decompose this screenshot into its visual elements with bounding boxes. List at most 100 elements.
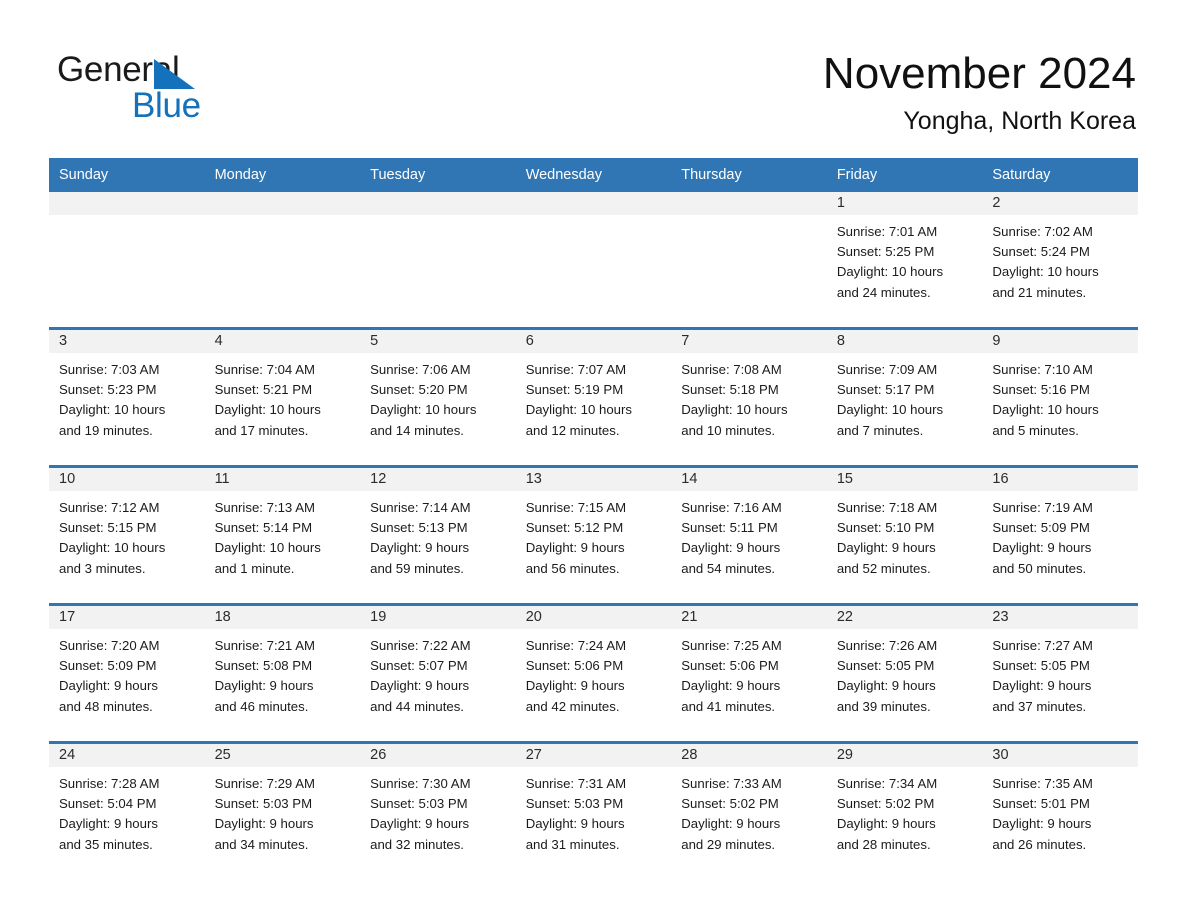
calendar-day-cell[interactable]: 25 Sunrise: 7:29 AM Sunset: 5:03 PM Dayligh…: [204, 741, 361, 879]
calendar-day-cell[interactable]: 30 Sunrise: 7:35 AM Sunset: 5:01 PM Dayligh…: [982, 741, 1138, 879]
calendar-day-cell[interactable]: 1 Sunrise: 7:01 AM Sunset: 5:25 PM Daylight…: [826, 192, 983, 329]
daylight-text-line2: and 21 minutes.: [992, 284, 1087, 300]
calendar-day-cell[interactable]: 6 Sunrise: 7:07 AM Sunset: 5:19 PM Daylight…: [515, 327, 672, 467]
calendar-day-cell[interactable]: 23 Sunrise: 7:27 AM Sunset: 5:05 PM Dayligh…: [982, 603, 1138, 743]
daylight-text-line1: Daylight: 9 hours: [681, 678, 781, 694]
calendar-week-row: 10 Sunrise: 7:12 AM Sunset: 5:15 PM Dayligh…: [49, 465, 1138, 605]
daylight-text-line2: and 5 minutes.: [992, 422, 1079, 438]
daylight-text-line1: Daylight: 9 hours: [59, 678, 158, 694]
calendar-body: 1 Sunrise: 7:01 AM Sunset: 5:25 PM Daylight…: [49, 192, 1138, 879]
sunrise-text: Sunrise: 7:28 AM: [59, 776, 160, 791]
sunrise-text: Sunrise: 7:16 AM: [681, 500, 782, 515]
calendar-day-cell[interactable]: 26 Sunrise: 7:30 AM Sunset: 5:03 PM Dayligh…: [360, 741, 516, 879]
calendar-week-row: 1 Sunrise: 7:01 AM Sunset: 5:25 PM Daylight…: [49, 192, 1138, 329]
calendar-day-cell[interactable]: 3 Sunrise: 7:03 AM Sunset: 5:23 PM Daylight…: [49, 327, 205, 467]
day-details: Sunrise: 7:19 AM Sunset: 5:09 PM Daylight:…: [982, 491, 1138, 579]
sunset-text: Sunset: 5:05 PM: [836, 658, 935, 674]
calendar-day-cell[interactable]: 14 Sunrise: 7:16 AM Sunset: 5:11 PM Dayligh…: [671, 465, 827, 605]
calendar-day-cell[interactable]: 21 Sunrise: 7:25 AM Sunset: 5:06 PM Dayligh…: [671, 603, 827, 743]
weekday-header-thursday: Thursday: [671, 158, 827, 192]
calendar-day-cell[interactable]: 17 Sunrise: 7:20 AM Sunset: 5:09 PM Dayligh…: [49, 603, 205, 743]
sunrise-text: Sunrise: 7:20 AM: [59, 638, 160, 653]
sunset-text: Sunset: 5:04 PM: [59, 796, 157, 812]
daylight-text-line2: and 37 minutes.: [992, 698, 1087, 714]
daylight-text-line1: Daylight: 9 hours: [681, 816, 781, 832]
day-details: Sunrise: 7:06 AM Sunset: 5:20 PM Daylight:…: [360, 353, 516, 441]
day-number: 3: [49, 330, 205, 353]
calendar-day-cell[interactable]: 5 Sunrise: 7:06 AM Sunset: 5:20 PM Daylight…: [360, 327, 516, 467]
calendar-day-cell[interactable]: 15 Sunrise: 7:18 AM Sunset: 5:10 PM Dayligh…: [826, 465, 983, 605]
day-details: Sunrise: 7:15 AM Sunset: 5:12 PM Daylight:…: [516, 491, 672, 579]
calendar-day-cell-empty: [49, 192, 205, 329]
calendar-day-cell[interactable]: 18 Sunrise: 7:21 AM Sunset: 5:08 PM Dayligh…: [204, 603, 361, 743]
day-number: 21: [671, 606, 827, 629]
daylight-text-line1: Daylight: 10 hours: [992, 264, 1099, 280]
daylight-text-line1: Daylight: 9 hours: [525, 678, 625, 694]
calendar-day-cell[interactable]: 29 Sunrise: 7:34 AM Sunset: 5:02 PM Dayligh…: [826, 741, 983, 879]
daylight-text-line1: Daylight: 9 hours: [370, 540, 470, 556]
day-number: 19: [360, 606, 516, 629]
day-details: Sunrise: 7:13 AM Sunset: 5:14 PM Daylight:…: [205, 491, 361, 579]
sunset-text: Sunset: 5:20 PM: [370, 382, 468, 398]
weekday-header-monday: Monday: [204, 158, 361, 192]
sunrise-text: Sunrise: 7:13 AM: [214, 500, 315, 515]
daylight-text-line1: Daylight: 9 hours: [992, 816, 1092, 832]
calendar-day-cell[interactable]: 2 Sunrise: 7:02 AM Sunset: 5:24 PM Daylight…: [982, 192, 1138, 329]
daylight-text-line2: and 48 minutes.: [59, 698, 153, 714]
day-details: Sunrise: 7:25 AM Sunset: 5:06 PM Daylight:…: [671, 629, 827, 717]
sunrise-text: Sunrise: 7:21 AM: [214, 638, 315, 653]
day-number: 1: [826, 192, 983, 215]
day-number: 17: [49, 606, 205, 629]
day-details: Sunrise: 7:30 AM Sunset: 5:03 PM Daylight:…: [360, 767, 516, 855]
sunset-text: Sunset: 5:15 PM: [59, 520, 157, 536]
daylight-text-line1: Daylight: 9 hours: [836, 816, 936, 832]
calendar-day-cell[interactable]: 9 Sunrise: 7:10 AM Sunset: 5:16 PM Daylight…: [982, 327, 1138, 467]
calendar-day-cell[interactable]: 4 Sunrise: 7:04 AM Sunset: 5:21 PM Daylight…: [204, 327, 361, 467]
calendar-day-cell[interactable]: 27 Sunrise: 7:31 AM Sunset: 5:03 PM Dayligh…: [515, 741, 672, 879]
sunset-text: Sunset: 5:10 PM: [836, 520, 935, 536]
day-number: 13: [515, 468, 672, 491]
sunrise-text: Sunrise: 7:31 AM: [525, 776, 627, 791]
sunset-text: Sunset: 5:03 PM: [525, 796, 624, 812]
calendar-day-cell-empty: [204, 192, 361, 329]
day-number: 11: [204, 468, 361, 491]
calendar-day-cell[interactable]: 19 Sunrise: 7:22 AM Sunset: 5:07 PM Dayligh…: [360, 603, 516, 743]
calendar-day-cell[interactable]: 28 Sunrise: 7:33 AM Sunset: 5:02 PM Dayligh…: [671, 741, 827, 879]
title-block: November 2024 Yongha, North Korea: [823, 50, 1136, 135]
calendar-day-cell[interactable]: 16 Sunrise: 7:19 AM Sunset: 5:09 PM Dayligh…: [982, 465, 1138, 605]
day-details: Sunrise: 7:03 AM Sunset: 5:23 PM Daylight:…: [49, 353, 205, 441]
generalblue-logo[interactable]: General Blue: [57, 52, 397, 132]
calendar-day-cell[interactable]: 24 Sunrise: 7:28 AM Sunset: 5:04 PM Dayligh…: [49, 741, 205, 879]
sunrise-text: Sunrise: 7:02 AM: [992, 224, 1093, 239]
calendar-day-cell[interactable]: 13 Sunrise: 7:15 AM Sunset: 5:12 PM Dayligh…: [515, 465, 672, 605]
daylight-text-line1: Daylight: 10 hours: [370, 402, 477, 418]
sunrise-text: Sunrise: 7:15 AM: [525, 500, 627, 515]
daylight-text-line1: Daylight: 10 hours: [59, 540, 166, 556]
calendar-day-cell[interactable]: 8 Sunrise: 7:09 AM Sunset: 5:17 PM Daylight…: [826, 327, 983, 467]
sunset-text: Sunset: 5:05 PM: [992, 658, 1090, 674]
sunset-text: Sunset: 5:19 PM: [525, 382, 624, 398]
sunrise-text: Sunrise: 7:29 AM: [214, 776, 315, 791]
daylight-text-line1: Daylight: 9 hours: [836, 678, 936, 694]
daylight-text-line1: Daylight: 9 hours: [370, 816, 470, 832]
day-number: 28: [671, 744, 827, 767]
calendar-day-cell[interactable]: 12 Sunrise: 7:14 AM Sunset: 5:13 PM Dayligh…: [360, 465, 516, 605]
calendar-day-cell[interactable]: 7 Sunrise: 7:08 AM Sunset: 5:18 PM Daylight…: [671, 327, 827, 467]
day-details: Sunrise: 7:27 AM Sunset: 5:05 PM Daylight:…: [982, 629, 1138, 717]
daylight-text-line1: Daylight: 9 hours: [214, 816, 314, 832]
daylight-text-line1: Daylight: 10 hours: [836, 402, 944, 418]
day-number: 29: [826, 744, 983, 767]
daylight-text-line2: and 59 minutes.: [370, 560, 464, 576]
day-details: Sunrise: 7:18 AM Sunset: 5:10 PM Daylight:…: [827, 491, 983, 579]
sunrise-text: Sunrise: 7:09 AM: [836, 362, 938, 377]
calendar-day-cell[interactable]: 20 Sunrise: 7:24 AM Sunset: 5:06 PM Dayligh…: [515, 603, 672, 743]
sunset-text: Sunset: 5:16 PM: [992, 382, 1090, 398]
sunset-text: Sunset: 5:06 PM: [681, 658, 779, 674]
calendar-day-cell[interactable]: 10 Sunrise: 7:12 AM Sunset: 5:15 PM Dayligh…: [49, 465, 205, 605]
calendar-day-cell[interactable]: 11 Sunrise: 7:13 AM Sunset: 5:14 PM Dayligh…: [204, 465, 361, 605]
daylight-text-line2: and 14 minutes.: [370, 422, 464, 438]
calendar-day-cell[interactable]: 22 Sunrise: 7:26 AM Sunset: 5:05 PM Dayligh…: [826, 603, 983, 743]
daylight-text-line2: and 52 minutes.: [836, 560, 931, 576]
day-details: Sunrise: 7:16 AM Sunset: 5:11 PM Daylight:…: [671, 491, 827, 579]
sunrise-text: Sunrise: 7:04 AM: [214, 362, 315, 377]
